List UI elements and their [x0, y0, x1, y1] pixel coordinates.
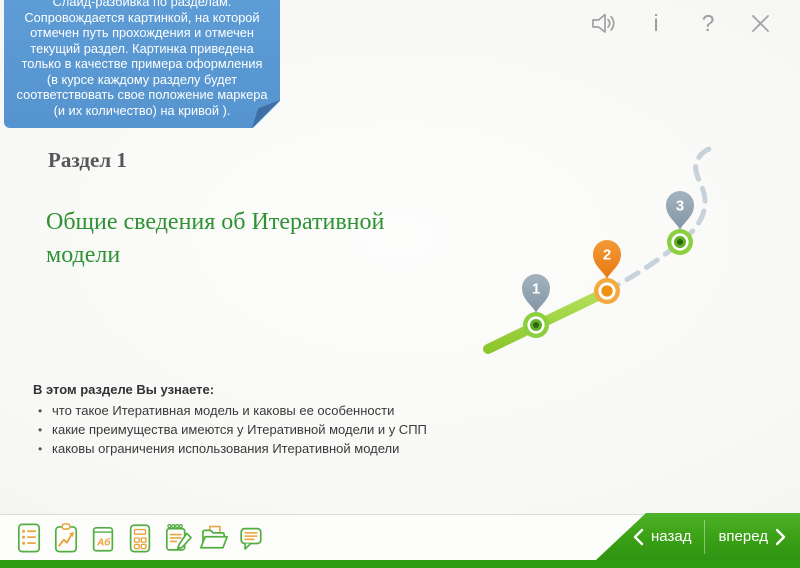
marker-number: 1 — [532, 281, 540, 298]
nav-divider — [704, 520, 705, 554]
calculator-icon — [123, 518, 157, 558]
notes-button[interactable] — [159, 517, 194, 559]
outline-button[interactable] — [11, 517, 46, 559]
chevron-right-icon — [775, 528, 786, 546]
chevron-left-icon — [633, 528, 644, 546]
close-icon — [750, 13, 771, 34]
help-icon: ? — [702, 12, 715, 35]
comments-icon — [234, 518, 268, 558]
list-item: какие преимущества имеются у Итеративной… — [33, 421, 463, 439]
note-bubble: Слайд-разбивка по разделам. Сопровождает… — [4, 0, 280, 128]
resources-button[interactable] — [196, 517, 231, 559]
path-dot-1 — [523, 312, 549, 338]
forward-button[interactable]: вперед — [718, 528, 786, 546]
marker-number: 2 — [603, 247, 611, 264]
outline-icon — [12, 518, 46, 558]
glossary-icon: Аб — [86, 518, 120, 558]
note-bubble-text: Слайд-разбивка по разделам. Сопровождает… — [4, 0, 280, 128]
path-upcoming-dashed — [607, 149, 709, 291]
volume-icon — [591, 12, 618, 35]
comments-button[interactable] — [233, 517, 268, 559]
statistics-icon — [49, 518, 83, 558]
learn-list: что такое Итеративная модель и каковы ее… — [33, 402, 463, 458]
learn-heading: В этом разделе Вы узнаете: — [33, 382, 463, 397]
glossary-button[interactable]: Аб — [85, 517, 120, 559]
resources-icon — [197, 518, 231, 558]
page-title: Общие сведения об Итеративной модели — [46, 206, 444, 272]
section-label: Раздел 1 — [48, 148, 127, 173]
progress-path-graphic: 1 2 3 — [460, 140, 780, 380]
glossary-label: Аб — [96, 536, 111, 548]
path-dot-3 — [667, 229, 693, 255]
statistics-button[interactable] — [48, 517, 83, 559]
list-item: каковы ограничения использования Итерати… — [33, 440, 463, 458]
info-icon: i — [653, 12, 658, 35]
help-button[interactable]: ? — [694, 10, 722, 36]
info-button[interactable]: i — [642, 10, 670, 36]
calculator-button[interactable] — [122, 517, 157, 559]
notes-icon — [160, 518, 194, 558]
volume-button[interactable] — [590, 10, 618, 36]
marker-pin-1: 1 — [522, 274, 550, 313]
learn-block: В этом разделе Вы узнаете: что такое Ите… — [33, 382, 463, 459]
bottom-accent-strip — [0, 560, 800, 568]
list-item: что такое Итеративная модель и каковы ее… — [33, 402, 463, 420]
close-button[interactable] — [746, 10, 774, 36]
forward-label: вперед — [718, 528, 768, 545]
back-label: назад — [651, 528, 691, 545]
marker-pin-2: 2 — [593, 240, 621, 279]
marker-pin-3: 3 — [666, 191, 694, 230]
marker-number: 3 — [676, 198, 684, 215]
top-controls: i ? — [590, 10, 774, 36]
back-button[interactable]: назад — [633, 528, 691, 546]
path-dot-2 — [594, 278, 620, 304]
